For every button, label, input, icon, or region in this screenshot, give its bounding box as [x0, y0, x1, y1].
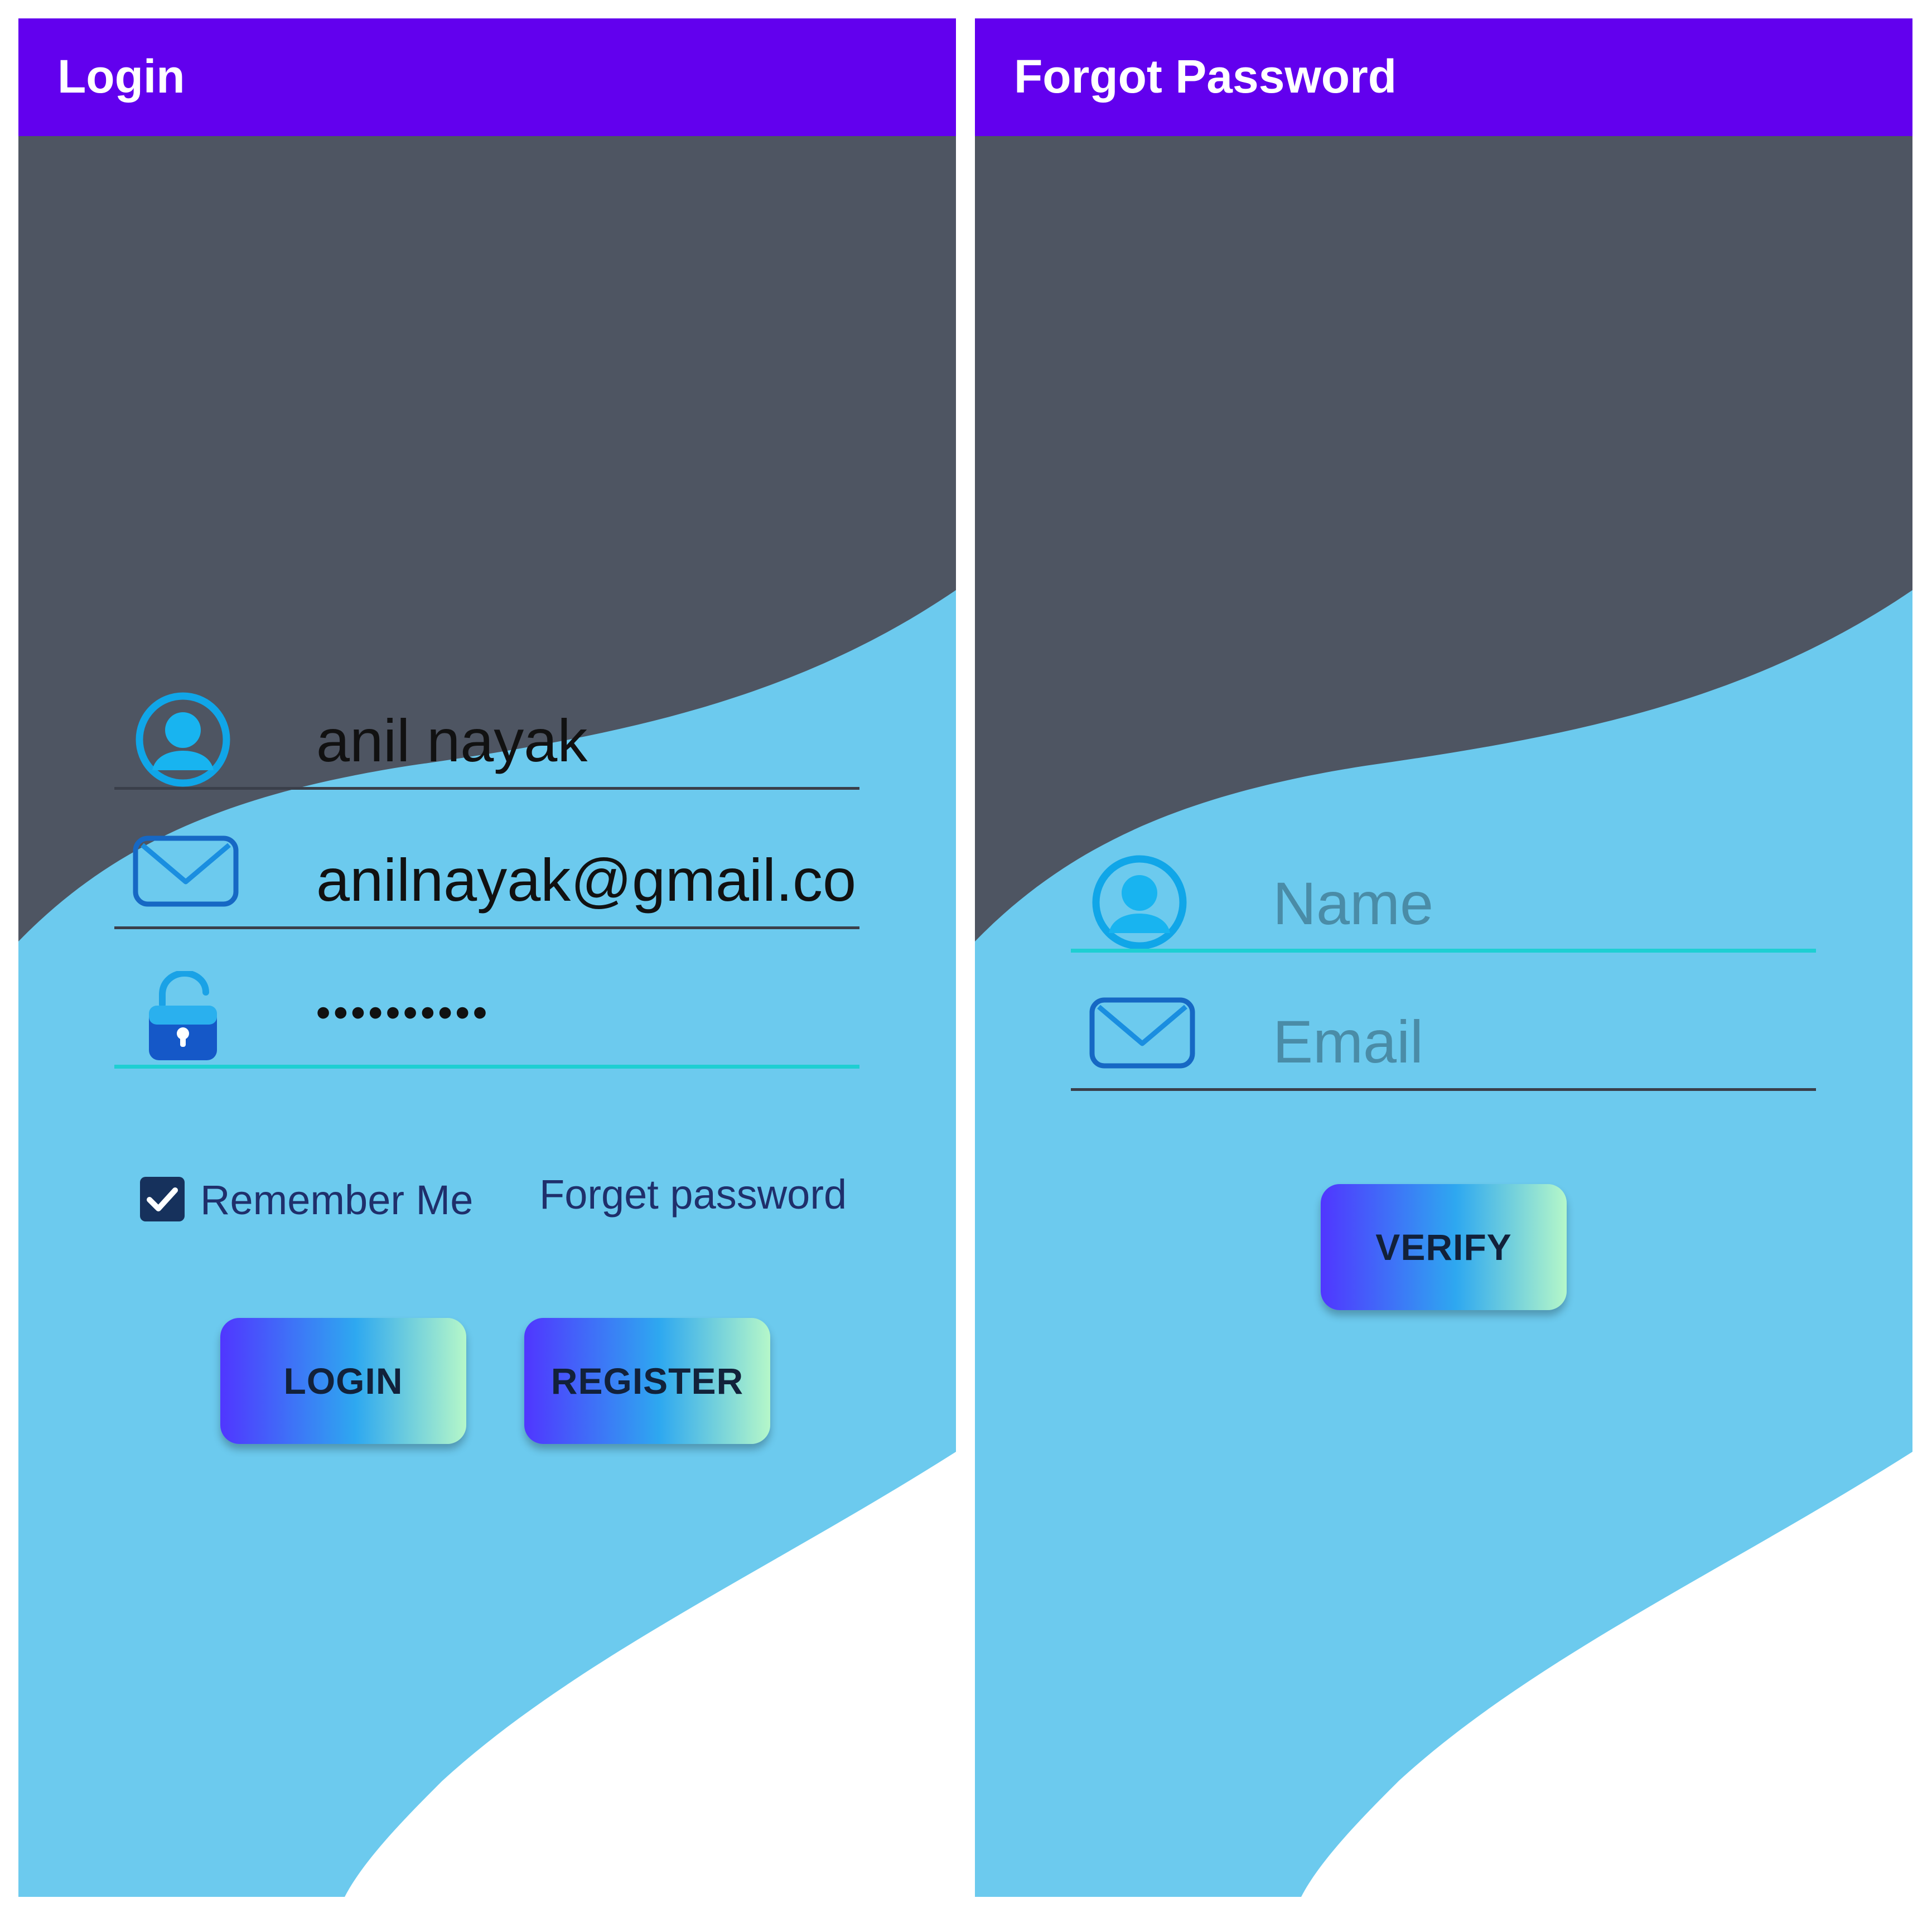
- name-field-underline: [114, 787, 859, 790]
- envelope-icon: [130, 832, 239, 926]
- unlock-padlock-icon: [130, 971, 236, 1066]
- name-field[interactable]: Name: [1071, 855, 1816, 953]
- remember-me-label[interactable]: Remember Me: [200, 1175, 473, 1225]
- email-input-placeholder: Email: [1273, 1008, 1424, 1075]
- name-field[interactable]: anil nayak: [114, 692, 859, 790]
- password-field-underline: [114, 1065, 859, 1069]
- register-button[interactable]: REGISTER: [524, 1318, 770, 1444]
- app-bar: Login: [18, 18, 956, 136]
- email-input-text: anilnayak@gmail.con: [316, 846, 859, 914]
- name-input-text: anil nayak: [316, 707, 588, 774]
- email-field-underline: [1071, 1088, 1816, 1091]
- user-circle-icon: [130, 692, 236, 787]
- remember-me-checkbox[interactable]: [140, 1177, 185, 1221]
- envelope-icon: [1086, 993, 1195, 1088]
- page-title: Forgot Password: [1014, 50, 1397, 103]
- app-bar: Forgot Password: [975, 18, 1912, 136]
- verify-button[interactable]: VERIFY: [1321, 1184, 1567, 1310]
- login-screen: Login anil nayak anilnayak@gmail.con •••…: [18, 18, 956, 1897]
- wave-background: [18, 18, 956, 1897]
- name-input-placeholder: Name: [1273, 870, 1434, 937]
- forget-password-link[interactable]: Forget password: [539, 1170, 847, 1220]
- password-field[interactable]: ••••••••••: [114, 971, 859, 1069]
- password-input-text: ••••••••••: [316, 991, 491, 1035]
- checkmark-icon: [147, 1187, 178, 1211]
- email-field[interactable]: anilnayak@gmail.con: [114, 832, 859, 929]
- page-title: Login: [57, 50, 185, 103]
- email-field[interactable]: Email: [1071, 993, 1816, 1091]
- login-button[interactable]: LOGIN: [220, 1318, 466, 1444]
- user-circle-icon: [1086, 855, 1192, 950]
- wave-background: [975, 18, 1912, 1897]
- name-field-underline: [1071, 949, 1816, 953]
- email-field-underline: [114, 926, 859, 929]
- forgot-password-screen: Forgot Password Name Email VERIFY: [975, 18, 1912, 1897]
